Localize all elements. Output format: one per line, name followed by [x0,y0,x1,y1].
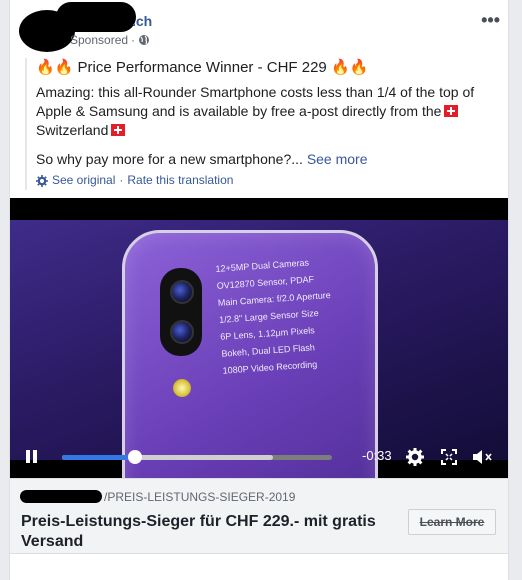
learn-more-button[interactable]: Learn More [408,509,496,535]
progress-bar[interactable] [62,450,332,464]
link-domain: /PREIS-LEISTUNGS-SIEGER-2019 [104,490,296,504]
headline: Price Performance Winner - CHF 229 [77,59,327,76]
spec-list: 12+5MP Dual Cameras OV12870 Sensor, PDAF… [215,253,336,380]
question-row: So why pay more for a new smartphone?...… [36,150,511,169]
redacted-name [56,2,136,32]
camera-module [160,268,202,356]
body-line: Amazing: this all-Rounder Smartphone cos… [36,84,475,119]
redacted-domain [20,490,102,503]
time-remaining: -0:33 [362,448,392,463]
sponsored-post-card: .ch Sponsored · ••• 🔥🔥 Price Performance… [9,0,509,580]
link-title[interactable]: Preis-Leistungs-Sieger für CHF 229.- mit… [21,512,381,552]
flash-icon [173,379,191,397]
settings-icon[interactable] [405,447,425,467]
fire-icon: 🔥🔥 [330,59,369,76]
camera-lens [170,280,194,304]
flag-icon [111,124,126,136]
gear-icon [36,174,48,187]
post-text: 🔥🔥 Price Performance Winner - CHF 229 🔥🔥… [25,58,511,190]
flag-icon [444,105,459,117]
sponsored-label[interactable]: Sponsored [70,33,128,47]
see-original-link[interactable]: See original [52,171,115,190]
translation-row: See original · Rate this translation [36,171,511,190]
progress-played [62,455,135,460]
fire-icon: 🔥🔥 [36,59,74,76]
sponsored-label-row: Sponsored · [70,33,150,47]
page-name[interactable]: .ch [132,13,152,29]
phone-image: 12+5MP Dual Cameras OV12870 Sensor, PDAF… [122,230,378,478]
see-more-link[interactable]: See more [307,151,368,167]
camera-lens [170,320,194,344]
fullscreen-icon[interactable] [441,449,457,465]
separator: · [119,173,124,187]
question-text: So why pay more for a new smartphone?... [36,151,303,167]
video-player[interactable]: 12+5MP Dual Cameras OV12870 Sensor, PDAF… [10,198,508,478]
rate-translation-link[interactable]: Rate this translation [127,171,233,190]
body-text: Amazing: this all-Rounder Smartphone cos… [36,83,511,140]
progress-scrubber[interactable] [127,450,142,464]
body-line: Switzerland [36,122,109,138]
volume-muted-icon[interactable] [471,448,493,466]
more-options-button[interactable]: ••• [481,10,500,31]
globe-icon [139,35,150,45]
headline-row: 🔥🔥 Price Performance Winner - CHF 229 🔥🔥 [36,58,511,77]
pause-icon[interactable] [26,450,38,464]
link-preview[interactable]: /PREIS-LEISTUNGS-SIEGER-2019 Preis-Leist… [10,478,508,554]
video-controls: -0:33 [10,442,508,472]
video-frame[interactable]: 12+5MP Dual Cameras OV12870 Sensor, PDAF… [10,220,508,478]
separator: · [131,33,136,47]
